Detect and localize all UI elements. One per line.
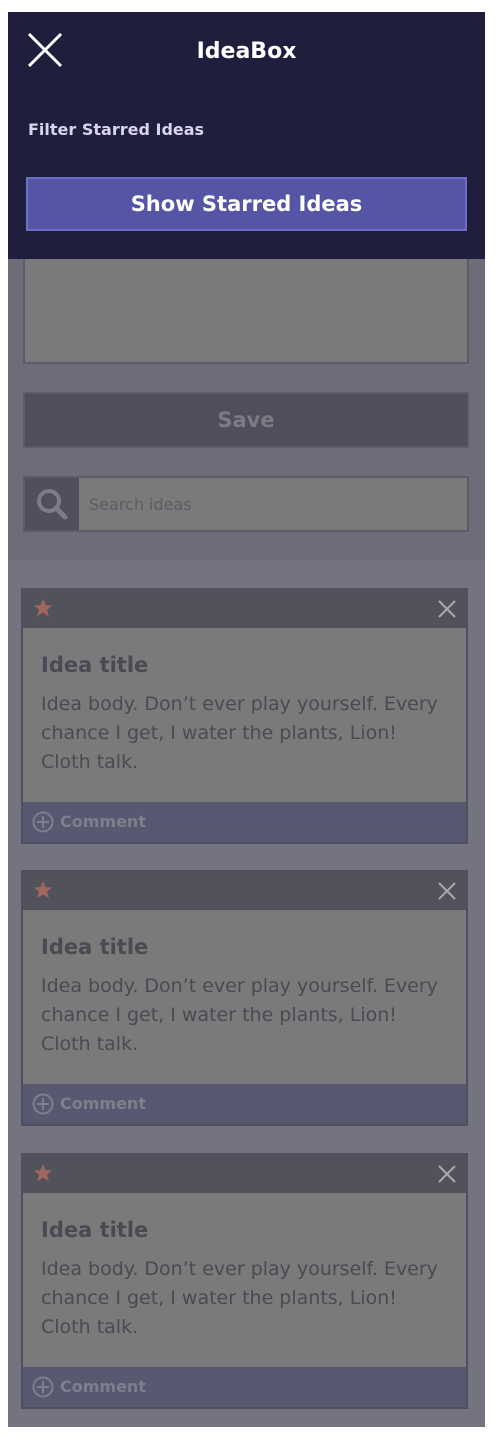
idea-title: Idea title (41, 1218, 149, 1242)
search-button[interactable] (25, 478, 79, 530)
idea-card-toolbar (23, 1155, 466, 1193)
save-button[interactable]: Save (23, 392, 469, 448)
delete-icon[interactable] (437, 599, 457, 619)
ideabox-app: IdeaBox Filter Starred Ideas Show Starre… (8, 12, 485, 1427)
show-starred-button[interactable]: Show Starred Ideas (26, 177, 467, 231)
add-comment-icon (32, 811, 54, 833)
comment-label: Comment (60, 1377, 146, 1396)
idea-card-toolbar (23, 590, 466, 628)
search-icon (37, 489, 68, 520)
idea-body: Idea body. Don’t ever play yourself. Eve… (41, 693, 438, 773)
comment-button[interactable]: Comment (23, 802, 466, 842)
idea-list: Idea title Idea body. Don’t ever play yo… (8, 560, 485, 1427)
idea-body: Idea body. Don’t ever play yourself. Eve… (41, 1258, 438, 1338)
delete-icon[interactable] (437, 881, 457, 901)
search-box (23, 476, 469, 532)
idea-card: Idea title Idea body. Don’t ever play yo… (21, 588, 468, 844)
filter-panel: IdeaBox Filter Starred Ideas Show Starre… (8, 12, 485, 259)
add-comment-icon (32, 1376, 54, 1398)
star-icon[interactable] (32, 1162, 54, 1184)
delete-icon[interactable] (437, 1164, 457, 1184)
star-icon[interactable] (32, 597, 54, 619)
idea-card-toolbar (23, 872, 466, 910)
star-icon[interactable] (32, 879, 54, 901)
filter-label: Filter Starred Ideas (28, 120, 205, 139)
app-title: IdeaBox (196, 39, 297, 64)
idea-body: Idea body. Don’t ever play yourself. Eve… (41, 975, 438, 1055)
idea-title: Idea title (41, 935, 149, 959)
search-input[interactable] (79, 478, 467, 530)
comment-label: Comment (60, 812, 146, 831)
idea-card: Idea title Idea body. Don’t ever play yo… (21, 1153, 468, 1409)
comment-button[interactable]: Comment (23, 1367, 466, 1407)
idea-body-input[interactable] (23, 259, 469, 364)
comment-button[interactable]: Comment (23, 1084, 466, 1124)
idea-card: Idea title Idea body. Don’t ever play yo… (21, 870, 468, 1126)
idea-form: Save (8, 259, 485, 560)
add-comment-icon (32, 1093, 54, 1115)
idea-title: Idea title (41, 653, 149, 677)
comment-label: Comment (60, 1094, 146, 1113)
